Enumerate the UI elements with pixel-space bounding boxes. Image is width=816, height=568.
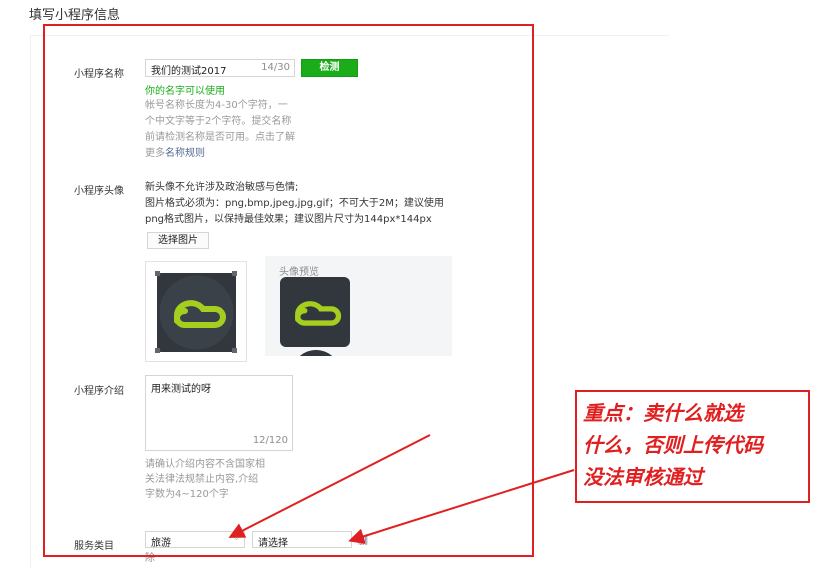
avatar-preview-label: 头像预览 [279,267,319,278]
choose-image-button[interactable]: 选择图片 [147,232,209,249]
name-tip: 帐号名称长度为4-30个字符，一 个中文字等于2个字符。提交名称 前请检测名称是… [145,98,295,162]
annotation-callout: 重点：卖什么就选 什么，否则上传代码 没法审核通过 [575,390,810,503]
crop-handle[interactable] [232,271,237,276]
annotation-line: 重点：卖什么就选 [583,401,743,425]
avatar-image [157,273,236,352]
avatar-preview-circle [291,350,341,356]
chevron-down-icon: ⌵ [233,533,240,543]
cloud-logo-icon [159,275,234,350]
avatar-preview-square [280,277,350,347]
delete-category-overflow: 除 [145,553,155,564]
page-title: 填写小程序信息 [29,8,121,23]
primary-category-value: 旅游 [151,538,171,549]
name-rules-link[interactable]: 名称规则 [165,148,205,159]
cloud-logo-icon [295,301,342,326]
name-tip-line: 个中文字等于2个字符。提交名称 [145,116,292,127]
crop-handle[interactable] [155,348,160,353]
intro-tip-line: 字数为4~120个字 [145,489,229,500]
intro-tip: 请确认介绍内容不含国家相 关法律法规禁止内容,介绍 字数为4~120个字 [145,457,265,502]
annotation-line: 没法审核通过 [583,465,703,489]
intro-label: 小程序介绍 [74,386,124,397]
avatar-label: 小程序头像 [74,186,124,197]
name-input-value: 我们的测试2017 [151,66,227,77]
intro-char-count: 12/120 [252,435,288,446]
name-label: 小程序名称 [74,69,124,80]
avatar-desc-line: png格式图片，以保持最佳效果；建议图片尺寸为144px*144px [145,214,432,225]
name-tip-line: 帐号名称长度为4-30个字符，一 [145,100,288,111]
name-input[interactable]: 我们的测试2017 14/30 [145,59,295,77]
intro-textarea[interactable]: 用来测试的呀 12/120 [145,375,293,451]
avatar-desc-line: 图片格式必须为：png,bmp,jpeg,jpg,gif；不可大于2M；建议使用 [145,198,444,209]
avatar-preview-panel: 头像预览 [265,256,452,356]
primary-category-select[interactable]: 旅游 ⌵ [145,531,245,549]
avatar-desc-line: 新头像不允许涉及政治敏感与色情; [145,182,299,193]
intro-textarea-value: 用来测试的呀 [151,384,211,395]
check-name-button[interactable]: 检测 [301,59,358,77]
category-label: 服务类目 [74,541,114,552]
name-tip-line: 前请检测名称是否可用。点击了解 [145,132,295,143]
secondary-category-select[interactable]: 请选择 [252,531,352,549]
name-char-count: 14/30 [261,62,290,73]
avatar-crop-area[interactable] [145,261,247,362]
secondary-category-value: 请选择 [258,538,288,549]
annotation-line: 什么，否则上传代码 [583,433,763,457]
crop-handle[interactable] [232,348,237,353]
delete-category-link[interactable]: 删 [358,532,368,547]
name-tip-more: 更多 [145,148,165,159]
crop-handle[interactable] [155,271,160,276]
name-available-text: 你的名字可以使用 [145,86,225,97]
intro-tip-line: 请确认介绍内容不含国家相 [145,459,265,470]
intro-tip-line: 关法律法规禁止内容,介绍 [145,474,259,485]
